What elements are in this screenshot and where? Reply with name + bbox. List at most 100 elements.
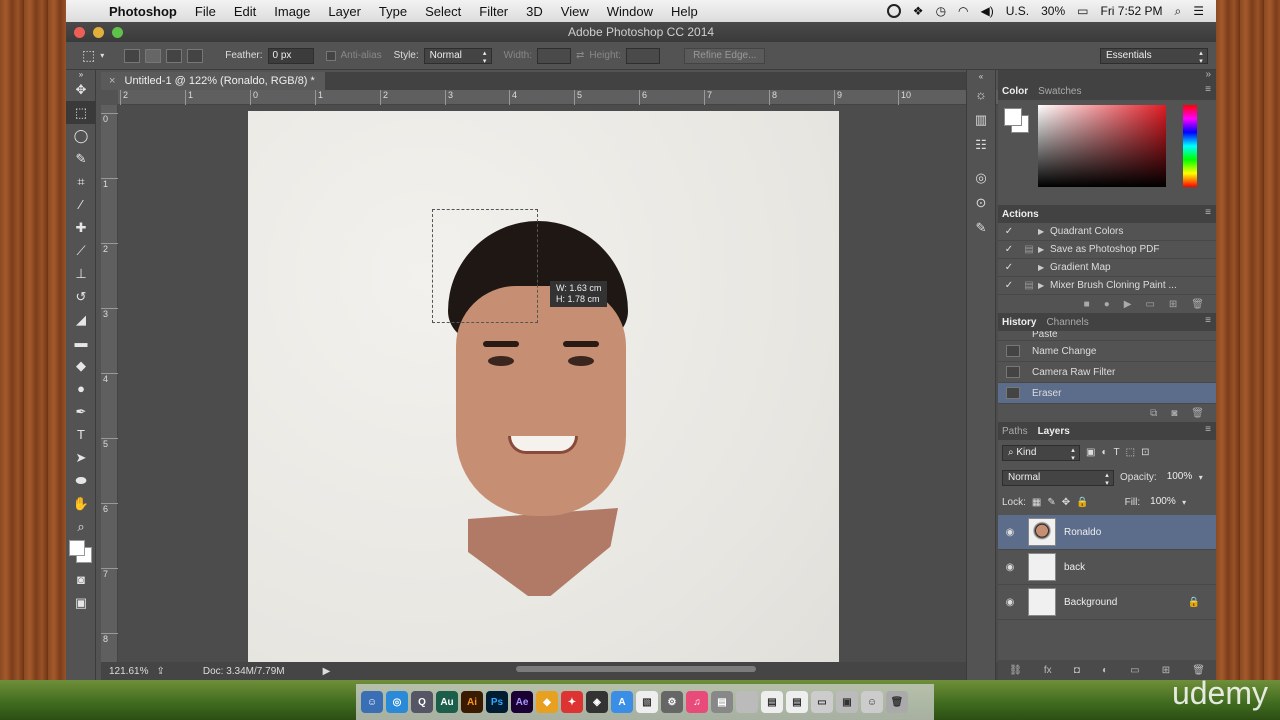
- type-filter-icon[interactable]: T: [1114, 447, 1120, 458]
- foreground-color-swatch[interactable]: [69, 540, 85, 556]
- lock-image-icon[interactable]: ✎: [1047, 497, 1055, 508]
- spotlight-search-icon[interactable]: ⌕: [1175, 4, 1182, 19]
- adjustments-icon[interactable]: ☼: [967, 82, 995, 107]
- fill-dropdown-arrow-icon[interactable]: ▾: [1182, 498, 1186, 507]
- dock-collapse-icon[interactable]: »: [1205, 69, 1211, 80]
- lock-all-icon[interactable]: 🔒: [1076, 497, 1088, 508]
- vertical-ruler[interactable]: 0 1 2 3 4 5 6 7 8: [101, 105, 118, 662]
- layer-row-back[interactable]: ◉ back: [998, 550, 1216, 585]
- zoom-level[interactable]: 121.61%: [109, 666, 148, 677]
- record-action-icon[interactable]: ●: [1104, 299, 1110, 310]
- app-icon[interactable]: ▤: [711, 691, 733, 713]
- new-action-icon[interactable]: ⊞: [1169, 299, 1177, 310]
- document-canvas[interactable]: W: 1.63 cm H: 1.78 cm: [248, 111, 839, 662]
- menu-view[interactable]: View: [552, 4, 598, 19]
- history-state-row-selected[interactable]: Eraser: [998, 383, 1216, 404]
- expand-triangle-icon[interactable]: ▶: [1038, 281, 1050, 290]
- shape-filter-icon[interactable]: ⬚: [1126, 447, 1135, 458]
- visibility-eye-icon[interactable]: ◉: [998, 527, 1022, 538]
- brush-tool-icon[interactable]: ⟋: [66, 239, 96, 262]
- menu-app-name[interactable]: Photoshop: [100, 4, 186, 19]
- tab-paths[interactable]: Paths: [1002, 426, 1028, 437]
- gradient-tool-icon[interactable]: ▬: [66, 331, 96, 354]
- time-machine-icon[interactable]: ◷: [936, 4, 946, 18]
- menu-3d[interactable]: 3D: [517, 4, 552, 19]
- eyedropper-tool-icon[interactable]: ⁄: [66, 193, 96, 216]
- pixel-filter-icon[interactable]: ▣: [1086, 447, 1095, 458]
- document-icon[interactable]: ☺: [861, 691, 883, 713]
- quick-mask-icon[interactable]: ◙: [66, 568, 96, 591]
- action-dialog-toggle-icon[interactable]: ▤: [1020, 280, 1038, 291]
- safari-icon[interactable]: ◎: [386, 691, 408, 713]
- type-tool-icon[interactable]: T: [66, 423, 96, 446]
- pen-tool-icon[interactable]: ✒: [66, 400, 96, 423]
- visibility-eye-icon[interactable]: ◉: [998, 597, 1022, 608]
- play-action-icon[interactable]: ▶: [1124, 299, 1132, 310]
- opacity-dropdown-arrow-icon[interactable]: ▾: [1199, 473, 1203, 482]
- eraser-tool-icon[interactable]: ◢: [66, 308, 96, 331]
- layer-row-background[interactable]: ◉ Background 🔒: [998, 585, 1216, 620]
- finder-icon[interactable]: ☺: [361, 691, 383, 713]
- actions-panel-menu-icon[interactable]: ≡: [1205, 207, 1211, 218]
- blur-tool-icon[interactable]: ◆: [66, 354, 96, 377]
- expand-triangle-icon[interactable]: ▶: [1038, 245, 1050, 254]
- new-snapshot-icon[interactable]: ◙: [1171, 408, 1177, 419]
- add-mask-icon[interactable]: ◘: [1074, 665, 1080, 676]
- expand-triangle-icon[interactable]: ▶: [1038, 227, 1050, 236]
- new-adjustment-layer-icon[interactable]: ◐: [1102, 665, 1108, 676]
- tab-layers[interactable]: Layers: [1038, 426, 1070, 437]
- history-state-row[interactable]: Paste: [998, 331, 1216, 341]
- tool-presets-icon[interactable]: ✎: [967, 215, 995, 240]
- audition-app-icon[interactable]: Au: [436, 691, 458, 713]
- app-icon[interactable]: [736, 691, 758, 713]
- delete-layer-icon[interactable]: 🗑: [1192, 665, 1205, 676]
- dodge-tool-icon[interactable]: ●: [66, 377, 96, 400]
- fill-input[interactable]: 100%: [1146, 494, 1177, 511]
- link-layers-icon[interactable]: ⛓: [1009, 665, 1022, 676]
- action-dialog-toggle-icon[interactable]: ▤: [1020, 244, 1038, 255]
- zoom-window-icon[interactable]: [112, 27, 123, 38]
- canvas-area[interactable]: W: 1.63 cm H: 1.78 cm: [118, 105, 998, 662]
- new-set-folder-icon[interactable]: ▭: [1145, 299, 1154, 310]
- stop-icon[interactable]: ■: [1084, 299, 1090, 310]
- zoom-tool-icon[interactable]: ⌕: [66, 515, 96, 538]
- close-document-icon[interactable]: ×: [109, 75, 115, 87]
- menu-select[interactable]: Select: [416, 4, 470, 19]
- path-selection-tool-icon[interactable]: ➤: [66, 446, 96, 469]
- system-preferences-icon[interactable]: ⚙: [661, 691, 683, 713]
- status-menu-arrow-icon[interactable]: ▶: [323, 666, 331, 677]
- layer-name[interactable]: back: [1064, 562, 1085, 573]
- action-enabled-checkmark-icon[interactable]: ✓: [998, 262, 1020, 273]
- quick-selection-tool-icon[interactable]: ✎: [66, 147, 96, 170]
- input-source[interactable]: U.S.: [1006, 4, 1029, 18]
- action-row[interactable]: ✓ ▤ ▶ Mixer Brush Cloning Paint ...: [998, 277, 1216, 295]
- intersect-selection-icon[interactable]: [187, 48, 204, 63]
- healing-brush-tool-icon[interactable]: ✚: [66, 216, 96, 239]
- clone-source-icon[interactable]: ⊙: [967, 190, 995, 215]
- layer-name[interactable]: Background: [1064, 597, 1117, 608]
- lock-transparent-icon[interactable]: ▦: [1032, 497, 1041, 508]
- ellipse-tool-icon[interactable]: ⬬: [66, 469, 96, 492]
- menu-image[interactable]: Image: [265, 4, 319, 19]
- document-icon[interactable]: ▤: [761, 691, 783, 713]
- close-window-icon[interactable]: [74, 27, 85, 38]
- history-brush-tool-icon[interactable]: ↺: [66, 285, 96, 308]
- preview-icon[interactable]: ▧: [636, 691, 658, 713]
- battery-percent[interactable]: 30%: [1041, 4, 1065, 18]
- blend-mode-dropdown[interactable]: Normal: [1002, 469, 1114, 487]
- action-enabled-checkmark-icon[interactable]: ✓: [998, 244, 1020, 255]
- marquee-selection[interactable]: [432, 209, 538, 323]
- color-picker-field[interactable]: [1038, 105, 1166, 187]
- notification-center-icon[interactable]: ☰: [1193, 4, 1204, 18]
- action-enabled-checkmark-icon[interactable]: ✓: [998, 226, 1020, 237]
- new-layer-icon[interactable]: ⊞: [1162, 665, 1170, 676]
- document-icon[interactable]: ▣: [836, 691, 858, 713]
- properties-icon[interactable]: ☷: [967, 132, 995, 157]
- adjustment-filter-icon[interactable]: ◐: [1101, 447, 1107, 458]
- layer-name[interactable]: Ronaldo: [1064, 527, 1101, 538]
- volume-icon[interactable]: ◀): [981, 4, 994, 18]
- new-document-from-state-icon[interactable]: ⧉: [1150, 408, 1157, 419]
- menu-type[interactable]: Type: [370, 4, 416, 19]
- dropbox-icon[interactable]: ❖: [913, 4, 924, 18]
- document-icon[interactable]: ▤: [786, 691, 808, 713]
